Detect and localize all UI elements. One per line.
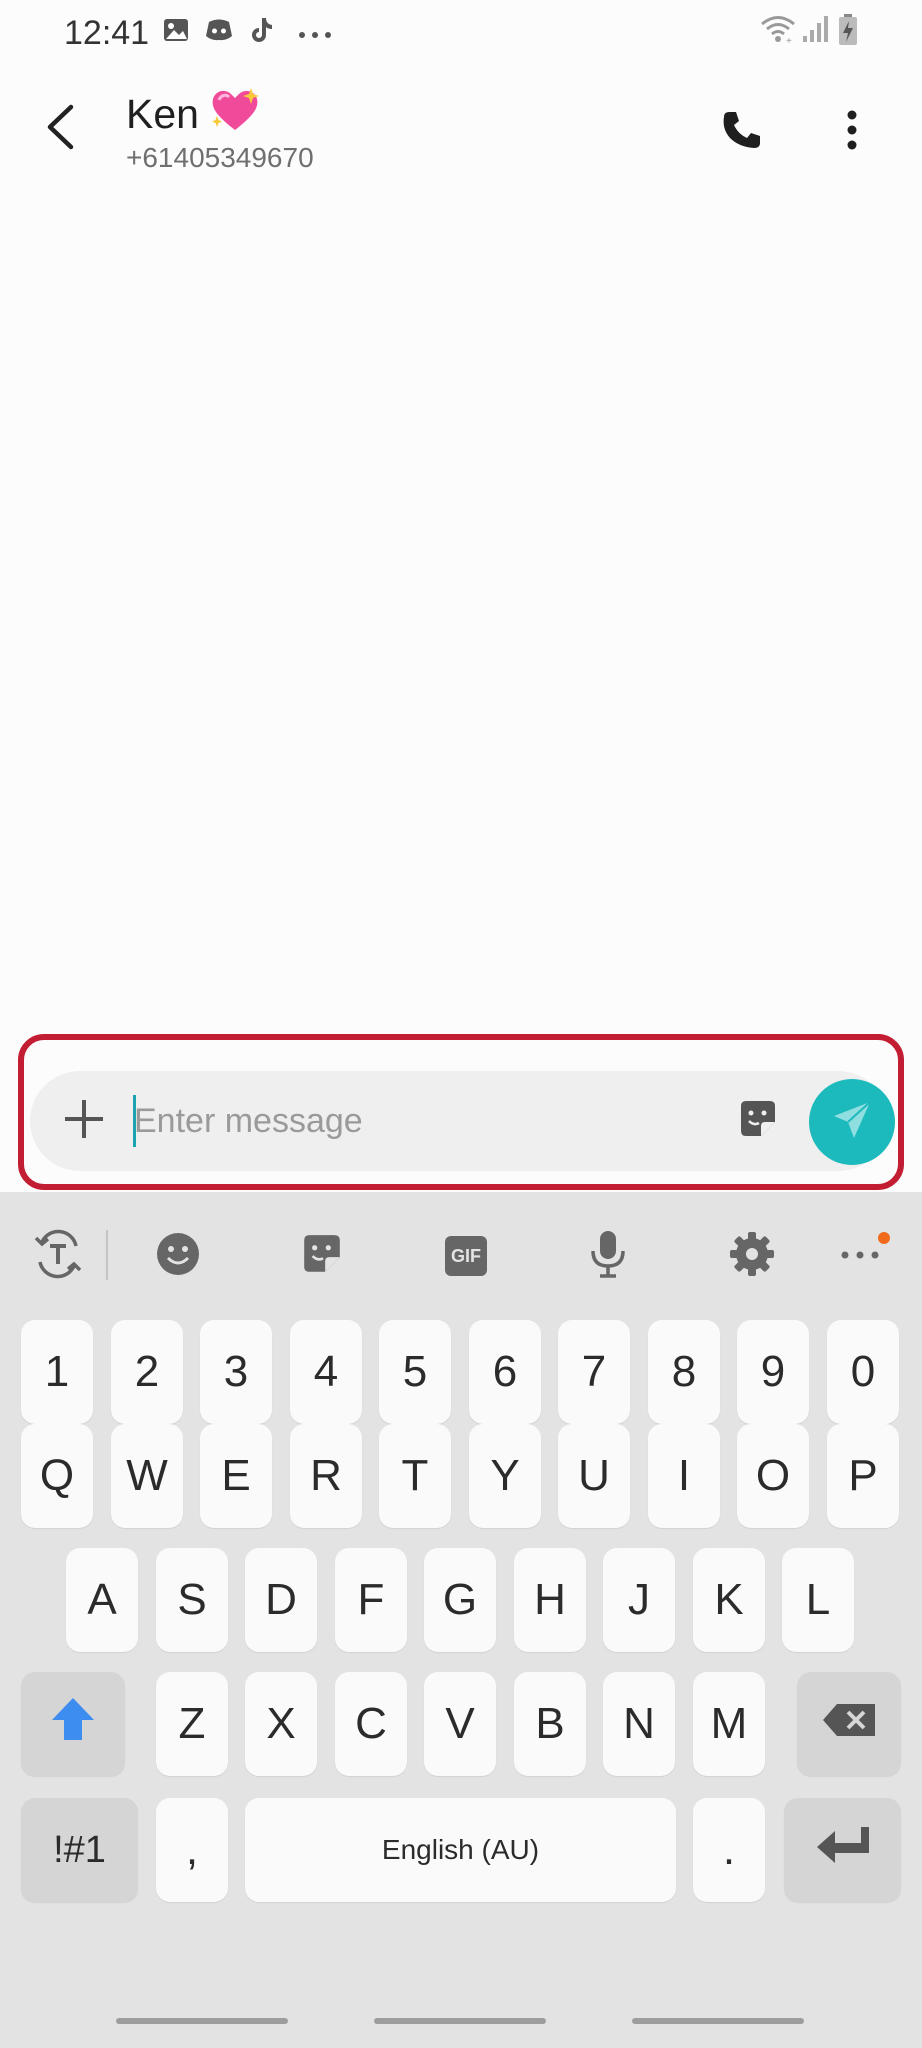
key-c[interactable]: C — [335, 1672, 407, 1776]
more-vertical-icon — [846, 110, 858, 155]
key-8[interactable]: 8 — [648, 1320, 720, 1424]
key-5[interactable]: 5 — [379, 1320, 451, 1424]
key-n[interactable]: N — [603, 1672, 675, 1776]
notification-dot — [878, 1232, 890, 1244]
svg-text:+: + — [786, 36, 792, 44]
conversation-area — [0, 196, 922, 1032]
call-button[interactable] — [710, 100, 774, 164]
comma-key[interactable]: , — [156, 1798, 228, 1902]
key-h[interactable]: H — [514, 1548, 586, 1652]
key-3[interactable]: 3 — [200, 1320, 272, 1424]
key-4[interactable]: 4 — [290, 1320, 362, 1424]
navigation-bar — [0, 1992, 922, 2048]
status-time: 12:41 — [64, 14, 150, 52]
sparkling-heart-emoji — [209, 86, 261, 142]
plus-icon — [62, 1097, 106, 1146]
voice-input-button[interactable] — [576, 1224, 640, 1288]
text-translate-icon — [32, 1228, 84, 1285]
back-arrow-icon — [45, 104, 75, 155]
sticker-icon — [737, 1098, 779, 1145]
key-x[interactable]: X — [245, 1672, 317, 1776]
more-horizontal-icon — [840, 1247, 880, 1265]
shift-arrow-icon — [50, 1696, 96, 1753]
keyboard: GIF 1 2 3 4 5 6 7 8 9 0 Q W E R T Y U I … — [0, 1192, 922, 2048]
settings-icon — [728, 1230, 776, 1283]
shift-key[interactable] — [21, 1672, 125, 1776]
key-z[interactable]: Z — [156, 1672, 228, 1776]
toolbar-separator — [106, 1230, 108, 1280]
key-0[interactable]: 0 — [827, 1320, 899, 1424]
key-s[interactable]: S — [156, 1548, 228, 1652]
contact-name: Ken — [126, 86, 261, 142]
key-q[interactable]: Q — [21, 1424, 93, 1528]
gif-icon: GIF — [445, 1236, 487, 1276]
microphone-icon — [588, 1229, 628, 1284]
key-l[interactable]: L — [782, 1548, 854, 1652]
enter-icon — [815, 1825, 871, 1876]
key-k[interactable]: K — [693, 1548, 765, 1652]
sticker-icon — [300, 1232, 344, 1281]
key-b[interactable]: B — [514, 1672, 586, 1776]
nav-recents-handle[interactable] — [116, 2018, 288, 2024]
key-9[interactable]: 9 — [737, 1320, 809, 1424]
key-6[interactable]: 6 — [469, 1320, 541, 1424]
gif-label: GIF — [451, 1245, 481, 1266]
keyboard-sticker-button[interactable] — [290, 1224, 354, 1288]
back-button[interactable] — [30, 94, 90, 164]
contact-name-text: Ken — [126, 90, 199, 137]
battery-charging-icon — [838, 14, 858, 51]
emoji-icon — [155, 1231, 201, 1282]
key-m[interactable]: M — [693, 1672, 765, 1776]
key-2[interactable]: 2 — [111, 1320, 183, 1424]
tiktok-icon — [250, 16, 274, 49]
key-a[interactable]: A — [66, 1548, 138, 1652]
key-y[interactable]: Y — [469, 1424, 541, 1528]
key-w[interactable]: W — [111, 1424, 183, 1528]
backspace-key[interactable] — [797, 1672, 901, 1776]
nav-home-handle[interactable] — [374, 2018, 546, 2024]
more-notifications-icon — [298, 26, 332, 44]
key-u[interactable]: U — [558, 1424, 630, 1528]
send-button[interactable] — [809, 1079, 895, 1165]
wifi-icon: + — [760, 14, 796, 49]
key-7[interactable]: 7 — [558, 1320, 630, 1424]
symbols-key[interactable]: !#1 — [21, 1798, 138, 1902]
send-icon — [830, 1098, 874, 1147]
phone-icon — [721, 109, 763, 156]
space-key[interactable]: English (AU) — [245, 1798, 676, 1902]
key-e[interactable]: E — [200, 1424, 272, 1528]
key-1[interactable]: 1 — [21, 1320, 93, 1424]
key-t[interactable]: T — [379, 1424, 451, 1528]
nav-back-handle[interactable] — [632, 2018, 804, 2024]
key-j[interactable]: J — [603, 1548, 675, 1652]
key-f[interactable]: F — [335, 1548, 407, 1652]
keyboard-toolbar: GIF — [0, 1192, 922, 1316]
emoji-button[interactable] — [146, 1224, 210, 1288]
backspace-icon — [821, 1699, 877, 1749]
key-d[interactable]: D — [245, 1548, 317, 1652]
key-o[interactable]: O — [737, 1424, 809, 1528]
message-composer — [30, 1071, 895, 1171]
gif-button[interactable]: GIF — [434, 1224, 498, 1288]
more-options-button[interactable] — [820, 100, 884, 164]
message-input[interactable] — [134, 1085, 734, 1157]
discord-icon — [204, 16, 234, 49]
key-g[interactable]: G — [424, 1548, 496, 1652]
status-bar: 12:41 + — [0, 0, 922, 66]
keyboard-settings-button[interactable] — [720, 1224, 784, 1288]
gallery-icon — [162, 16, 190, 49]
translate-button[interactable] — [26, 1224, 90, 1288]
conversation-header: Ken +61405349670 — [0, 66, 922, 196]
attach-button[interactable] — [54, 1091, 114, 1151]
enter-key[interactable] — [784, 1798, 901, 1902]
contact-phone-number: +61405349670 — [126, 142, 314, 173]
period-key[interactable]: . — [693, 1798, 765, 1902]
sticker-button[interactable] — [730, 1093, 786, 1149]
signal-icon — [802, 14, 828, 49]
key-v[interactable]: V — [424, 1672, 496, 1776]
key-r[interactable]: R — [290, 1424, 362, 1528]
key-p[interactable]: P — [827, 1424, 899, 1528]
text-cursor — [133, 1095, 136, 1147]
key-i[interactable]: I — [648, 1424, 720, 1528]
